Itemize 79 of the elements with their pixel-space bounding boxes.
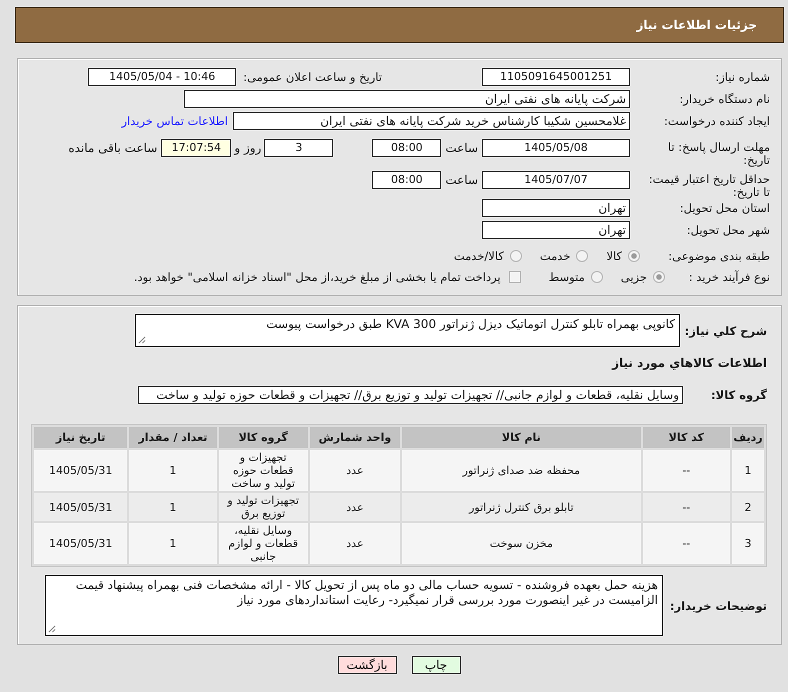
checkbox[interactable] (508, 271, 521, 283)
field-label: استان محل تحویل: (678, 200, 770, 217)
table-cell: محفظه ضد صدای ژنراتور (402, 450, 641, 491)
buyer-notes-textarea[interactable]: هزینه حمل بعهده فروشنده - تسویه حساب مالی دو ماه پس از تحویل کالا - ارائه مشخصات فنی بهمراه پیشنهاد قیمت الزامیست در غیر اینصورت مورد بررسی قرار نمیگیرد- رعایت استانداردهای مورد نیاز (45, 575, 663, 636)
field-label: شرح کلي نیاز: (684, 322, 767, 340)
print-button[interactable]: چاپ (412, 656, 460, 674)
radio-button[interactable] (576, 250, 588, 262)
requester-field[interactable]: غلامحسین شکیبا کارشناس خرید شرکت پایانه های نفتی ایران (233, 112, 630, 130)
column-header: گروه کالا (218, 427, 308, 448)
field-label: تاریخ و ساعت اعلان عمومی: (243, 69, 382, 86)
time-label: ساعت (445, 172, 478, 189)
field-label: نوع فرآیند خرید : (688, 269, 770, 286)
table-cell: 3 (732, 523, 764, 564)
field-label: نام دستگاه خریدار: (678, 91, 770, 108)
remaining-label: ساعت باقی مانده (68, 140, 158, 157)
deadline-time-field[interactable]: 08:00 (372, 139, 442, 157)
days-field[interactable]: 3 (264, 139, 334, 157)
need-number-field[interactable]: 1105091645001251 (482, 68, 630, 86)
validity-time-field[interactable]: 08:00 (372, 171, 442, 189)
radio-label: متوسط (548, 269, 585, 286)
remaining-time-field[interactable]: 17:07:54 (161, 139, 232, 157)
province-field[interactable]: تهران (482, 199, 630, 217)
checkbox-label: پرداخت تمام یا بخشی از مبلغ خرید،از محل "اسناد خزانه اسلامی" خواهد بود. (134, 269, 501, 286)
table-cell: تجهیزات و قطعات حوزه تولید و ساخت (218, 450, 308, 491)
table-cell: -- (642, 493, 730, 521)
table-cell: عدد (310, 523, 400, 564)
announce-date-field[interactable]: 1405/05/04 - 10:46 (88, 68, 236, 86)
radio-button[interactable] (628, 250, 640, 262)
page-title: جزئیات اطلاعات نیاز (636, 18, 757, 32)
field-label: توضیحات خریدار: (668, 598, 767, 614)
field-label: شهر محل تحویل: (686, 222, 770, 239)
table-cell: مخزن سوخت (402, 523, 641, 564)
column-header: کد کالا (642, 427, 730, 448)
field-label: مهلت ارسال پاسخ: تا تاریخ: (666, 139, 770, 167)
column-header: ردیف (732, 427, 764, 448)
days-label: روز و (234, 140, 262, 157)
field-label: ایجاد کننده درخواست: (663, 113, 770, 130)
deadline-date-field[interactable]: 1405/05/08 (482, 139, 630, 157)
validity-date-field[interactable]: 1405/07/07 (482, 171, 630, 189)
table-cell: -- (642, 523, 730, 564)
table-cell: 1 (129, 450, 217, 491)
table-cell: 1 (129, 523, 217, 564)
column-header: تعداد / مقدار (129, 427, 217, 448)
table-cell: 1405/05/31 (34, 493, 128, 521)
table-cell: 1405/05/31 (34, 450, 128, 491)
radio-label: کالا (606, 248, 622, 265)
resize-grip-icon[interactable] (138, 336, 146, 344)
radio-label: خدمت (540, 248, 570, 265)
table-cell: عدد (310, 450, 400, 491)
section-title: اطلاعات کالاهاي مورد نیاز (610, 355, 767, 372)
field-label: گروه کالا: (710, 387, 767, 404)
buyer-organization-field[interactable]: شرکت پایانه های نفتی ایران (184, 90, 630, 108)
column-header: نام کالا (402, 427, 641, 448)
radio-label: کالا/خدمت (454, 248, 504, 265)
radio-button[interactable] (510, 250, 522, 262)
contact-info-link[interactable]: اطلاعات تماس خریدار (121, 112, 228, 130)
table-cell: 1 (732, 450, 764, 491)
table-cell: 1405/05/31 (34, 523, 128, 564)
goods-group-field[interactable]: وسایل نقلیه، قطعات و لوازم جانبی// تجهیزات تولید و توزیع برق// تجهیزات و قطعات حوزه تولید و ساخت (138, 386, 683, 404)
radio-label: جزیی (620, 269, 647, 286)
column-header: تاریخ نیاز (34, 427, 128, 448)
description-textarea[interactable]: کانوپی بهمراه تابلو کنترل اتوماتیک دیزل ژنراتور 300 KVA طبق درخواست پیوست (135, 314, 680, 347)
back-button[interactable]: بازگشت (338, 656, 396, 674)
radio-button[interactable] (653, 271, 665, 283)
table-cell: وسایل نقلیه، قطعات و لوازم جانبی (218, 523, 308, 564)
city-field[interactable]: تهران (482, 221, 630, 239)
table-cell: تابلو برق کنترل ژنراتور (402, 493, 641, 521)
column-header: واحد شمارش (310, 427, 400, 448)
field-label: شماره نیاز: (714, 69, 770, 86)
table-cell: -- (642, 450, 730, 491)
time-label: ساعت (445, 140, 478, 157)
table-cell: 2 (732, 493, 764, 521)
table-cell: 1 (129, 493, 217, 521)
resize-grip-icon[interactable] (48, 625, 56, 633)
table-cell: تجهیزات تولید و توزیع برق (218, 493, 308, 521)
table-cell: عدد (310, 493, 400, 521)
field-label: حداقل تاریخ اعتبار قیمت: تا تاریخ: (648, 171, 770, 199)
radio-button[interactable] (590, 271, 603, 283)
field-label: طبقه بندی موضوعی: (667, 248, 770, 265)
